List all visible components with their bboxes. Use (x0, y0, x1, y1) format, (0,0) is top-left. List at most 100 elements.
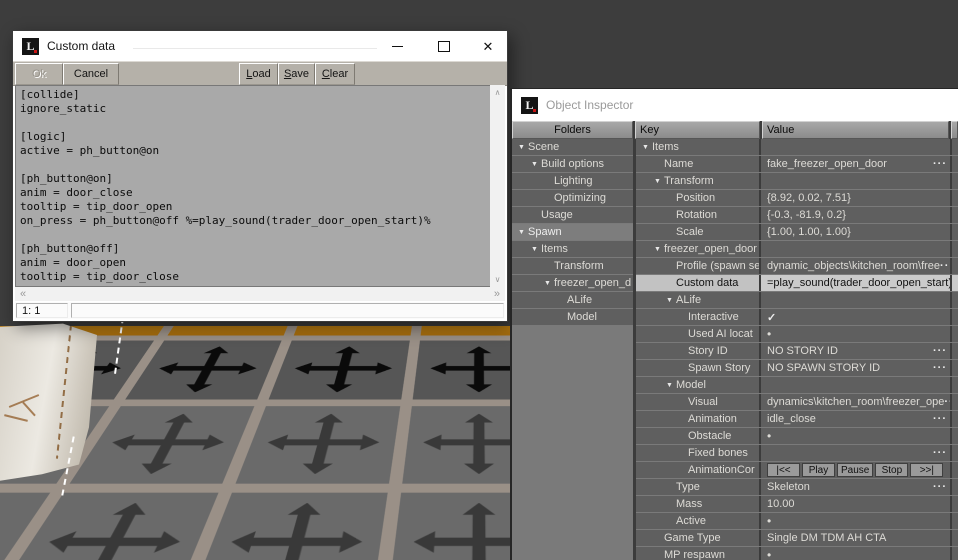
folder-node-spawn[interactable]: ▼ Spawn (512, 224, 633, 240)
tree-expand-icon[interactable]: ▼ (663, 297, 676, 304)
property-key[interactable]: AnimationCor (636, 462, 761, 478)
property-row-transform[interactable]: ▼ Transform (636, 173, 958, 189)
folder-node-build-options[interactable]: ▼ Build options (512, 156, 633, 172)
minimize-button[interactable] (382, 31, 412, 61)
property-value[interactable]: dynamics\kitchen_room\freezer_ope··· (761, 394, 952, 410)
ellipsis-button[interactable]: ··· (933, 158, 950, 170)
property-key[interactable]: Obstacle (636, 428, 761, 444)
check-icon[interactable]: ✓ (767, 311, 776, 324)
property-value[interactable]: dynamic_objects\kitchen_room\free··· (761, 258, 952, 274)
property-key[interactable]: ▼ Transform (636, 173, 761, 189)
property-row-used-ai-locat[interactable]: Used AI locat • (636, 326, 958, 342)
property-row-story-id[interactable]: Story ID NO STORY ID ··· (636, 343, 958, 359)
property-key[interactable]: ▼ ALife (636, 292, 761, 308)
tree-expand-icon[interactable]: ▼ (541, 280, 554, 287)
anim-button-pause[interactable]: Pause (837, 463, 874, 477)
property-row-model[interactable]: ▼ Model (636, 377, 958, 393)
horizontal-scrollbar[interactable]: « » (15, 287, 505, 301)
scroll-left-icon[interactable]: « (20, 288, 26, 300)
property-value[interactable]: {1.00, 1.00, 1.00} (761, 224, 952, 240)
property-key[interactable]: Mass (636, 496, 761, 512)
property-value[interactable]: ··· (761, 445, 952, 461)
property-value[interactable]: {8.92, 0.02, 7.51} (761, 190, 952, 206)
property-row-profile-spawn-se[interactable]: Profile (spawn se dynamic_objects\kitchen… (636, 258, 958, 274)
property-row-items[interactable]: ▼ Items (636, 139, 958, 155)
property-value[interactable]: ✓ (761, 309, 952, 325)
property-row-rotation[interactable]: Rotation {-0.3, -81.9, 0.2} (636, 207, 958, 223)
ellipsis-button[interactable]: ··· (933, 362, 950, 374)
scroll-up-icon[interactable]: ∧ (495, 88, 501, 97)
clear-button[interactable]: Clear (315, 62, 355, 85)
property-key[interactable]: Fixed bones (636, 445, 761, 461)
property-key[interactable]: Position (636, 190, 761, 206)
header-folders[interactable]: Folders (512, 121, 633, 139)
folder-node-items[interactable]: ▼ Items (512, 241, 633, 257)
save-button[interactable]: Save (278, 62, 315, 85)
script-editor[interactable]: [collide] ignore_static [logic] active =… (15, 85, 490, 287)
property-row-obstacle[interactable]: Obstacle • (636, 428, 958, 444)
property-value[interactable]: 10.00 (761, 496, 952, 512)
property-row-active[interactable]: Active • (636, 513, 958, 529)
folder-node-alife[interactable]: ALife (512, 292, 633, 308)
property-value[interactable]: NO SPAWN STORY ID ··· (761, 360, 952, 376)
folder-node-freezer-open-d[interactable]: ▼ freezer_open_d (512, 275, 633, 291)
ellipsis-button[interactable]: ··· (944, 396, 950, 408)
tree-expand-icon[interactable]: ▼ (651, 178, 664, 185)
property-row-spawn-story[interactable]: Spawn Story NO SPAWN STORY ID ··· (636, 360, 958, 376)
property-key[interactable]: Interactive (636, 309, 761, 325)
property-row-visual[interactable]: Visual dynamics\kitchen_room\freezer_ope ·… (636, 394, 958, 410)
tree-expand-icon[interactable]: ▼ (515, 144, 528, 151)
property-row-animationcor[interactable]: AnimationCor |<< Play Pause Stop >>| (636, 462, 958, 478)
property-key[interactable]: Active (636, 513, 761, 529)
property-row-game-type[interactable]: Game Type Single DM TDM AH CTA (636, 530, 958, 546)
property-row-mp-respawn[interactable]: MP respawn • (636, 547, 958, 560)
property-row-alife[interactable]: ▼ ALife (636, 292, 958, 308)
header-key[interactable]: Key (635, 121, 760, 139)
tree-expand-icon[interactable]: ▼ (515, 229, 528, 236)
header-value[interactable]: Value (762, 121, 949, 139)
scroll-right-icon[interactable]: » (494, 288, 500, 300)
property-value[interactable] (761, 377, 952, 393)
close-button[interactable]: ✕ (473, 31, 503, 61)
tree-expand-icon[interactable]: ▼ (528, 246, 541, 253)
property-value[interactable]: • (761, 547, 952, 560)
vertical-scrollbar[interactable]: ∧ ∨ (490, 85, 505, 287)
property-value[interactable] (761, 292, 952, 308)
property-key[interactable]: Rotation (636, 207, 761, 223)
property-key[interactable]: Scale (636, 224, 761, 240)
folder-node-usage[interactable]: Usage (512, 207, 633, 223)
property-value[interactable]: • (761, 428, 952, 444)
anim-button-seek-last[interactable]: >>| (910, 463, 944, 477)
object-inspector-titlebar[interactable]: L Object Inspector (512, 89, 958, 121)
property-row-freezer-open-door[interactable]: ▼ freezer_open_door (636, 241, 958, 257)
property-value[interactable]: {-0.3, -81.9, 0.2} (761, 207, 952, 223)
property-row-mass[interactable]: Mass 10.00 (636, 496, 958, 512)
property-row-animation[interactable]: Animation idle_close ··· (636, 411, 958, 427)
property-value[interactable] (761, 173, 952, 189)
property-key[interactable]: Type (636, 479, 761, 495)
custom-data-titlebar[interactable]: L Custom data ✕ (13, 31, 507, 61)
ellipsis-button[interactable]: ··· (940, 260, 950, 272)
property-value[interactable] (761, 139, 952, 155)
property-value[interactable]: =play_sound(trader_door_open_start)% (761, 275, 952, 291)
property-key[interactable]: Animation (636, 411, 761, 427)
maximize-button[interactable] (429, 31, 459, 61)
property-row-type[interactable]: Type Skeleton ··· (636, 479, 958, 495)
tree-expand-icon[interactable]: ▼ (663, 382, 676, 389)
property-key[interactable]: Game Type (636, 530, 761, 546)
property-key[interactable]: ▼ Model (636, 377, 761, 393)
cancel-button[interactable]: Cancel (63, 62, 119, 85)
folder-node-optimizing[interactable]: Optimizing (512, 190, 633, 206)
ellipsis-button[interactable]: ··· (933, 413, 950, 425)
property-key[interactable]: Profile (spawn se (636, 258, 761, 274)
anim-button-play[interactable]: Play (802, 463, 835, 477)
property-key[interactable]: Spawn Story (636, 360, 761, 376)
property-value[interactable]: NO STORY ID ··· (761, 343, 952, 359)
property-key[interactable]: ▼ Items (636, 139, 761, 155)
property-key[interactable]: ▼ freezer_open_door (636, 241, 761, 257)
anim-button-seek-first[interactable]: |<< (767, 463, 800, 477)
load-button[interactable]: Load (239, 62, 278, 85)
property-value[interactable]: fake_freezer_open_door ··· (761, 156, 952, 172)
folder-node-scene[interactable]: ▼ Scene (512, 139, 633, 155)
property-value[interactable]: Skeleton ··· (761, 479, 952, 495)
